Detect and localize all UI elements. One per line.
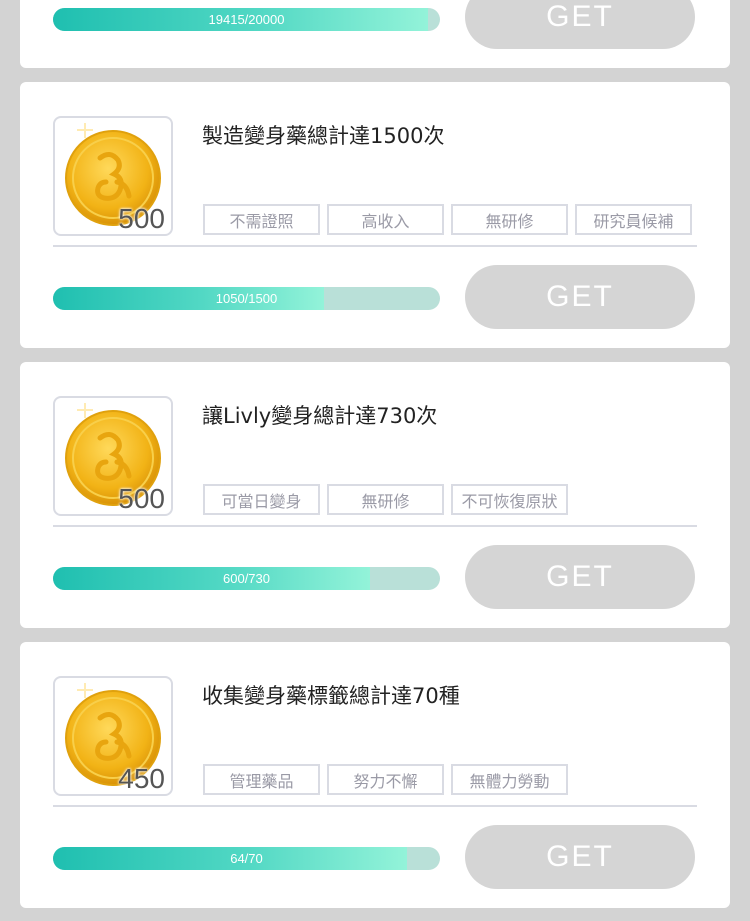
get-button[interactable]: GET — [465, 0, 695, 49]
tag: 不需證照 — [203, 204, 320, 235]
reward-thumbnail: 500 — [53, 116, 173, 236]
tag: 管理藥品 — [203, 764, 320, 795]
mission-title: 讓Livly變身總計達730次 — [202, 404, 438, 428]
progress-text: 19415/20000 — [208, 12, 285, 27]
reward-amount: 450 — [118, 763, 165, 794]
tag: 無研修 — [327, 484, 444, 515]
progress-text: 64/70 — [230, 851, 263, 866]
tag: 高收入 — [327, 204, 444, 235]
mission-title: 製造變身藥總計達1500次 — [202, 124, 445, 148]
progress-bar: 600/730 — [53, 567, 440, 590]
mission-card-partial: 19415/20000 GET — [20, 0, 730, 68]
get-button[interactable]: GET — [465, 545, 695, 609]
progress-bar: 64/70 — [53, 847, 440, 870]
tag: 可當日變身 — [203, 484, 320, 515]
mission-card: 500 讓Livly變身總計達730次 可當日變身 無研修 不可恢復原狀 600… — [20, 362, 730, 628]
get-button[interactable]: GET — [465, 265, 695, 329]
get-button[interactable]: GET — [465, 825, 695, 889]
tag: 無體力勞動 — [451, 764, 568, 795]
progress-bar: 1050/1500 — [53, 287, 440, 310]
progress-bar: 19415/20000 — [53, 8, 440, 31]
reward-thumbnail: 450 — [53, 676, 173, 796]
progress-text: 1050/1500 — [215, 291, 278, 306]
divider — [53, 245, 697, 247]
tag: 不可恢復原狀 — [451, 484, 568, 515]
tag: 研究員候補 — [575, 204, 692, 235]
reward-thumbnail: 500 — [53, 396, 173, 516]
divider — [53, 525, 697, 527]
progress-text: 600/730 — [223, 571, 270, 586]
divider — [53, 805, 697, 807]
mission-title: 收集變身藥標籤總計達70種 — [202, 684, 460, 708]
tag-list: 可當日變身 無研修 不可恢復原狀 — [203, 484, 568, 515]
reward-amount: 500 — [118, 203, 165, 234]
reward-amount: 500 — [118, 483, 165, 514]
mission-card: 500 製造變身藥總計達1500次 不需證照 高收入 無研修 研究員候補 105… — [20, 82, 730, 348]
tag-list: 不需證照 高收入 無研修 研究員候補 — [203, 204, 692, 235]
tag-list: 管理藥品 努力不懈 無體力勞動 — [203, 764, 568, 795]
mission-card: 450 收集變身藥標籤總計達70種 管理藥品 努力不懈 無體力勞動 64/70 … — [20, 642, 730, 908]
tag: 努力不懈 — [327, 764, 444, 795]
tag: 無研修 — [451, 204, 568, 235]
